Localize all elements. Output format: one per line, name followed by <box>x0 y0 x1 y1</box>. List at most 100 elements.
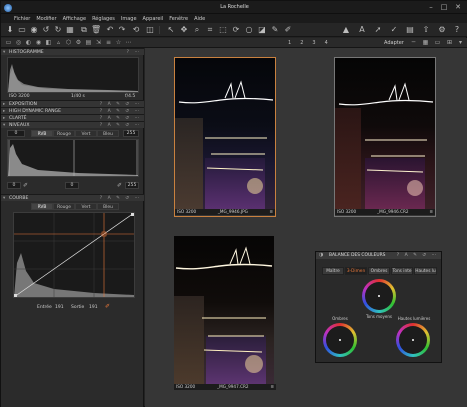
rotate-right-icon[interactable]: ↻ <box>53 25 63 35</box>
page-number[interactable]: 2 <box>300 40 303 46</box>
brush-icon[interactable]: ✎ <box>270 25 280 35</box>
menu-view[interactable]: Affichage <box>60 14 90 23</box>
local-tab-icon[interactable]: ⬡ <box>64 39 73 47</box>
color-tab-icon[interactable]: ◉ <box>34 39 43 47</box>
section-tools-icon[interactable]: ? A ✎ ↺ ⋯ <box>100 195 141 202</box>
curve-tab-rgb[interactable]: RVB <box>31 203 53 210</box>
curve-picker-icon[interactable]: ✐ <box>105 303 110 310</box>
grid-view-icon[interactable]: ▦ <box>421 39 430 47</box>
photo-menu-icon[interactable]: ≡ <box>429 209 433 215</box>
section-tools-icon[interactable]: ? A ✎ ↺ ⋯ <box>100 122 141 129</box>
print-icon[interactable]: ▤ <box>405 25 415 35</box>
folder-icon[interactable]: ▭ <box>17 25 27 35</box>
zoom-slider-icon[interactable]: ─ <box>409 39 418 47</box>
clarity-header[interactable]: ▸ CLARTÉ ? A ✎ ↺ ⋯ <box>1 114 144 121</box>
text-icon[interactable]: A <box>357 25 367 35</box>
curve-tab-blue[interactable]: Bleu <box>97 203 119 210</box>
close-button[interactable]: ✕ <box>453 3 463 12</box>
keystone-icon[interactable]: ⬚ <box>218 25 228 35</box>
menu-camera[interactable]: Appareil <box>140 14 167 23</box>
white-picker-icon[interactable]: ✐ <box>117 182 122 189</box>
page-number[interactable]: 3 <box>312 40 315 46</box>
curve-output-value[interactable]: 191 <box>89 305 98 310</box>
black-picker-icon[interactable]: ✐ <box>23 182 28 189</box>
zoom-fit-label[interactable]: Adapter <box>384 40 404 46</box>
curve-tab-red[interactable]: Rouge <box>53 203 75 210</box>
copy-icon[interactable]: ⧉ <box>79 25 89 35</box>
levels-output-mid[interactable]: 0 <box>65 182 79 189</box>
page-number[interactable]: 4 <box>325 40 328 46</box>
zoom-icon[interactable]: ⌕ <box>192 25 202 35</box>
viewer-options-icon[interactable]: ▾ <box>456 39 465 47</box>
levels-output-black[interactable]: 0 <box>7 182 21 189</box>
picker-icon[interactable]: ✐ <box>283 25 293 35</box>
menu-adjustments[interactable]: Réglages <box>89 14 118 23</box>
histogram-header[interactable]: ▾ HISTOGRAMME ? ⋯ <box>1 48 144 55</box>
exposure-warning-icon[interactable]: ▲ <box>341 25 351 35</box>
exposure-header[interactable]: ▸ EXPOSITION ? A ✎ ↺ ⋯ <box>1 100 144 107</box>
adjust-tab-icon[interactable]: ⚙ <box>74 39 83 47</box>
curve-tab-green[interactable]: Vert <box>75 203 97 210</box>
import-icon[interactable]: ⬇ <box>5 25 15 35</box>
menu-edit[interactable]: Modifier <box>33 14 59 23</box>
menu-image[interactable]: Image <box>118 14 140 23</box>
menu-file[interactable]: Fichier <box>11 14 33 23</box>
layers-icon[interactable]: ◪ <box>257 25 267 35</box>
rotate-tool-icon[interactable]: ⟳ <box>231 25 241 35</box>
export-icon[interactable]: ⇧ <box>421 25 431 35</box>
levels-tab-green[interactable]: Vert <box>75 130 97 137</box>
levels-tab-blue[interactable]: Bleu <box>97 130 119 137</box>
minimize-button[interactable]: – <box>426 3 436 12</box>
metadata-tab-icon[interactable]: ▤ <box>84 39 93 47</box>
settings-icon[interactable]: ⚙ <box>437 25 447 35</box>
balance-tab-midtones[interactable]: Tons inte <box>391 267 413 275</box>
grid-icon[interactable]: ▦ <box>65 25 75 35</box>
shadows-wheel[interactable] <box>323 323 357 357</box>
select-cursor-icon[interactable]: ↖ <box>166 25 176 35</box>
section-menu-icon[interactable]: ? ⋯ <box>127 49 141 56</box>
single-view-icon[interactable]: ▭ <box>433 39 442 47</box>
balance-tab-master[interactable]: Maître <box>322 267 344 275</box>
menu-help[interactable]: Aide <box>191 14 208 23</box>
curve-input-value[interactable]: 191 <box>55 305 64 310</box>
details-tab-icon[interactable]: ▵ <box>54 39 63 47</box>
levels-input-white[interactable]: 255 <box>123 130 139 137</box>
preset-tab-icon[interactable]: ☆ <box>114 39 123 47</box>
levels-output-white[interactable]: 255 <box>125 182 139 189</box>
capture-tab-icon[interactable]: ◎ <box>14 39 23 47</box>
batch-tab-icon[interactable]: ≡ <box>104 39 113 47</box>
undo-icon[interactable]: ↶ <box>105 25 115 35</box>
arrow-icon[interactable]: ➚ <box>373 25 383 35</box>
library-tab-icon[interactable]: ▭ <box>4 39 13 47</box>
curve-header[interactable]: ▾ COURBE ? A ✎ ↺ ⋯ <box>1 194 144 201</box>
photo-thumbnail[interactable]: ISO 3200 _MG_9946.CR2 ≡ <box>334 57 436 217</box>
help-icon[interactable]: ? <box>452 25 462 35</box>
hdr-header[interactable]: ▸ HIGH DYNAMIC RANGE ? A ✎ ↺ ⋯ <box>1 107 144 114</box>
curve-editor[interactable] <box>13 212 135 298</box>
highlights-wheel[interactable] <box>396 323 430 357</box>
balance-tab-highlights[interactable]: Hautes lu <box>414 267 437 275</box>
rotate-left-icon[interactable]: ↺ <box>41 25 51 35</box>
multi-view-icon[interactable]: ⊞ <box>445 39 454 47</box>
photo-thumbnail[interactable]: ISO 3200 _MG_9946.JPG ≡ <box>174 57 276 217</box>
color-balance-header[interactable]: ◑ BALANCE DES COULEURS ? A ✎ ↺ ⋯ <box>316 252 441 259</box>
levels-tab-red[interactable]: Rouge <box>53 130 75 137</box>
spot-icon[interactable]: ○ <box>244 25 254 35</box>
crop-icon[interactable]: ⌗ <box>205 25 215 35</box>
maximize-button[interactable]: □ <box>439 3 449 12</box>
balance-tab-shadows[interactable]: Ombres <box>368 267 390 275</box>
delete-icon[interactable]: 🗑 <box>91 25 101 35</box>
pan-icon[interactable]: ✥ <box>179 25 189 35</box>
redo-icon[interactable]: ↷ <box>117 25 127 35</box>
midtones-wheel[interactable] <box>362 279 396 313</box>
photo-menu-icon[interactable]: ≡ <box>269 209 273 215</box>
photo-menu-icon[interactable]: ≡ <box>270 384 274 390</box>
panel-tools-icon[interactable]: ? A ✎ ↺ ⋯ <box>397 252 438 259</box>
menu-window[interactable]: Fenêtre <box>166 14 191 23</box>
curve-graph[interactable] <box>13 212 135 298</box>
output-tab-icon[interactable]: ⇲ <box>94 39 103 47</box>
photo-thumbnail[interactable]: ISO 3200 _MG_9947.CR2 ≡ <box>174 236 276 393</box>
reset-icon[interactable]: ⟲ <box>131 25 141 35</box>
more-tab-icon[interactable]: ⋯ <box>124 39 133 47</box>
lens-tab-icon[interactable]: ◐ <box>24 39 33 47</box>
